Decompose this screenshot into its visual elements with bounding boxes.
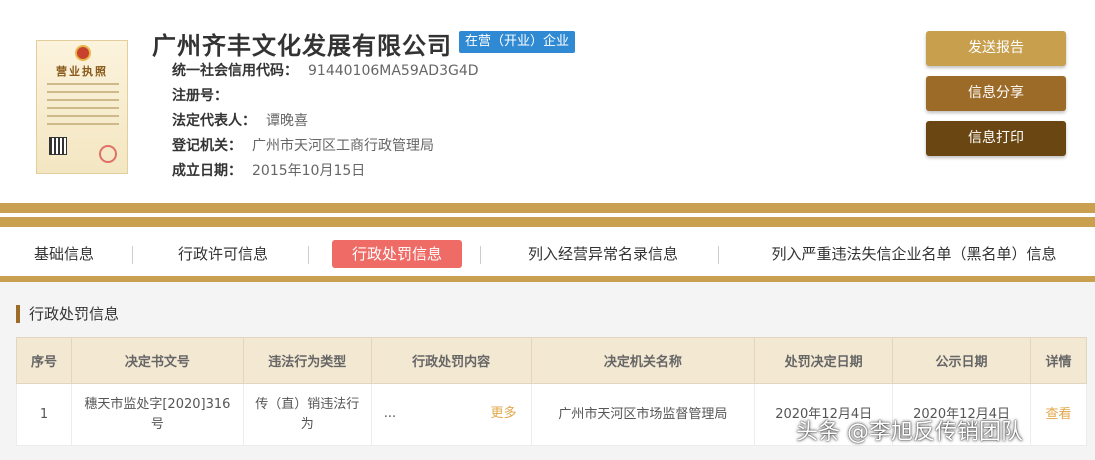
credit-code-label: 统一社会信用代码： bbox=[172, 63, 298, 79]
legal-rep-value: 谭晚喜 bbox=[266, 113, 308, 129]
company-info: 统一社会信用代码： 91440106MA59AD3G4D 注册号： 法定代表人： 谭… bbox=[172, 62, 479, 187]
row-index: 1 bbox=[16, 383, 72, 446]
established-row: 成立日期： 2015年10月15日 bbox=[172, 162, 479, 187]
col-header: 违法行为类型 bbox=[242, 337, 372, 384]
company-name: 广州齐丰文化发展有限公司 bbox=[152, 32, 452, 60]
table-header-row: 序号 决定书文号 违法行为类型 行政处罚内容 决定机关名称 处罚决定日期 公示日… bbox=[16, 337, 1088, 384]
decision-authority: 广州市天河区市场监督管理局 bbox=[530, 383, 756, 446]
share-info-button[interactable]: 信息分享 bbox=[926, 76, 1066, 111]
col-header: 决定机关名称 bbox=[530, 337, 756, 384]
tab-separator bbox=[308, 246, 309, 264]
tab-separator bbox=[718, 246, 719, 264]
legal-rep-label: 法定代表人： bbox=[172, 113, 256, 129]
tab-admin-penalty[interactable]: 行政处罚信息 bbox=[332, 240, 462, 268]
license-text-lines bbox=[47, 83, 119, 131]
tab-admin-license[interactable]: 行政许可信息 bbox=[165, 240, 281, 268]
tab-separator bbox=[480, 246, 481, 264]
tab-basic-info[interactable]: 基础信息 bbox=[16, 240, 112, 268]
reg-no-row: 注册号： bbox=[172, 87, 479, 112]
reg-no-label: 注册号： bbox=[172, 88, 228, 104]
col-header: 详情 bbox=[1029, 337, 1088, 384]
divider-bar bbox=[0, 217, 1095, 227]
tab-blacklist[interactable]: 列入严重违法失信企业名单（黑名单）信息 bbox=[752, 240, 1076, 268]
col-header: 公示日期 bbox=[892, 337, 1031, 384]
established-label: 成立日期： bbox=[172, 163, 242, 179]
official-seal-icon bbox=[99, 145, 117, 163]
license-title: 营业执照 bbox=[56, 65, 108, 78]
tab-abnormal-list[interactable]: 列入经营异常名录信息 bbox=[508, 240, 698, 268]
credit-code-row: 统一社会信用代码： 91440106MA59AD3G4D bbox=[172, 62, 479, 87]
col-header: 处罚决定日期 bbox=[754, 337, 894, 384]
authority-row: 登记机关： 广州市天河区工商行政管理局 bbox=[172, 137, 479, 162]
watermark: 头条 @李旭反传销团队 bbox=[796, 420, 1023, 445]
credit-code-value: 91440106MA59AD3G4D bbox=[308, 63, 479, 79]
status-badge: 在营（开业）企业 bbox=[459, 31, 576, 53]
view-detail-link[interactable]: 查看 bbox=[1045, 407, 1071, 422]
tab-separator bbox=[132, 246, 133, 264]
violation-type: 传（直）销违法行为 bbox=[242, 383, 372, 446]
company-header: 营业执照 广州齐丰文化发展有限公司 在营（开业）企业 统一社会信用代码： 9144… bbox=[0, 0, 1095, 200]
decision-doc-number: 穗天市监处字[2020]316号 bbox=[70, 383, 244, 446]
section-title: 行政处罚信息 bbox=[16, 305, 119, 323]
business-license-image[interactable]: 营业执照 bbox=[36, 40, 128, 174]
col-header: 行政处罚内容 bbox=[370, 337, 532, 384]
print-info-button[interactable]: 信息打印 bbox=[926, 121, 1066, 156]
qr-code-icon bbox=[49, 137, 67, 155]
more-link[interactable]: 更多 bbox=[491, 404, 517, 424]
authority-label: 登记机关： bbox=[172, 138, 242, 154]
national-emblem-icon bbox=[75, 45, 91, 61]
col-header: 决定书文号 bbox=[70, 337, 244, 384]
authority-value: 广州市天河区工商行政管理局 bbox=[252, 138, 434, 154]
info-tabs: 基础信息 行政许可信息 行政处罚信息 列入经营异常名录信息 列入严重违法失信企业… bbox=[0, 232, 1095, 276]
col-header: 序号 bbox=[16, 337, 72, 384]
detail-cell: 查看 bbox=[1029, 383, 1088, 446]
legal-rep-row: 法定代表人： 谭晚喜 bbox=[172, 112, 479, 137]
penalty-content-text: ... bbox=[383, 406, 397, 421]
send-report-button[interactable]: 发送报告 bbox=[926, 31, 1066, 66]
divider-bar bbox=[0, 203, 1095, 213]
penalty-content: ... 更多 bbox=[370, 383, 532, 446]
established-value: 2015年10月15日 bbox=[252, 163, 366, 179]
